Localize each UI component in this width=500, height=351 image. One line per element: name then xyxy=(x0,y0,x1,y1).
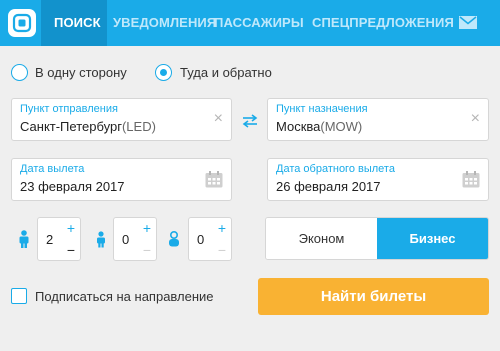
adults-plus-button[interactable]: + xyxy=(67,220,75,236)
swap-icon[interactable] xyxy=(242,114,258,128)
infants-minus-button[interactable]: − xyxy=(218,242,226,258)
adult-icon xyxy=(19,230,29,248)
origin-field-label: Пункт отправления xyxy=(20,103,118,115)
nav-tab-search[interactable]: ПОИСК xyxy=(54,15,101,30)
return-date-label: Дата обратного вылета xyxy=(276,163,395,175)
adults-stepper[interactable]: 2 + − xyxy=(37,217,81,261)
children-minus-button[interactable]: − xyxy=(143,242,151,258)
subscribe-label[interactable]: Подписаться на направление xyxy=(35,289,214,304)
business-class-option[interactable]: Бизнес xyxy=(377,218,488,259)
adults-minus-button[interactable]: − xyxy=(67,242,75,258)
infant-icon xyxy=(169,230,179,247)
mail-icon[interactable] xyxy=(459,16,477,29)
departure-date-value[interactable]: 23 февраля 2017 xyxy=(20,179,125,194)
destination-airport-code: (MOW) xyxy=(320,119,363,134)
cabin-class-toggle: Эконом Бизнес xyxy=(265,217,489,260)
departure-date-label: Дата вылета xyxy=(20,163,85,175)
one-way-label[interactable]: В одну сторону xyxy=(35,65,127,80)
nav-tab-passengers[interactable]: ПАССАЖИРЫ xyxy=(214,15,304,30)
origin-airport-code: (LED) xyxy=(121,119,156,134)
calendar-icon[interactable] xyxy=(462,171,480,188)
infants-plus-button[interactable]: + xyxy=(218,220,226,236)
children-plus-button[interactable]: + xyxy=(143,220,151,236)
destination-field-value[interactable]: Москва(MOW) xyxy=(276,119,362,134)
return-date-value[interactable]: 26 февраля 2017 xyxy=(276,179,381,194)
origin-field-value[interactable]: Санкт-Петербург(LED) xyxy=(20,119,156,134)
destination-city: Москва xyxy=(276,119,321,134)
children-count[interactable]: 0 xyxy=(122,232,129,247)
return-date-field[interactable]: Дата обратного вылета 26 февраля 2017 xyxy=(267,158,489,201)
round-trip-radio[interactable] xyxy=(155,64,172,81)
adults-count[interactable]: 2 xyxy=(46,232,53,247)
infants-count[interactable]: 0 xyxy=(197,232,204,247)
app-logo-icon[interactable] xyxy=(8,9,36,37)
search-tickets-button[interactable]: Найти билеты xyxy=(258,278,489,315)
top-nav-bar: ПОИСК УВЕДОМЛЕНИЯ ПАССАЖИРЫ СПЕЦПРЕДЛОЖЕ… xyxy=(0,0,500,46)
destination-field[interactable]: Пункт назначения Москва(MOW) × xyxy=(267,98,489,141)
nav-tab-special-offers[interactable]: СПЕЦПРЕДЛОЖЕНИЯ xyxy=(312,15,454,30)
origin-field[interactable]: Пункт отправления Санкт-Петербург(LED) × xyxy=(11,98,232,141)
economy-class-option[interactable]: Эконом xyxy=(266,218,377,259)
departure-date-field[interactable]: Дата вылета 23 февраля 2017 xyxy=(11,158,232,201)
origin-clear-icon[interactable]: × xyxy=(214,111,223,127)
infants-stepper[interactable]: 0 + − xyxy=(188,217,232,261)
round-trip-label[interactable]: Туда и обратно xyxy=(180,65,272,80)
destination-field-label: Пункт назначения xyxy=(276,103,368,115)
child-icon xyxy=(97,231,105,248)
children-stepper[interactable]: 0 + − xyxy=(113,217,157,261)
subscribe-checkbox[interactable] xyxy=(11,288,27,304)
origin-city: Санкт-Петербург xyxy=(20,119,122,134)
calendar-icon[interactable] xyxy=(205,171,223,188)
nav-tab-notifications[interactable]: УВЕДОМЛЕНИЯ xyxy=(113,15,216,30)
destination-clear-icon[interactable]: × xyxy=(471,111,480,127)
one-way-radio[interactable] xyxy=(11,64,28,81)
